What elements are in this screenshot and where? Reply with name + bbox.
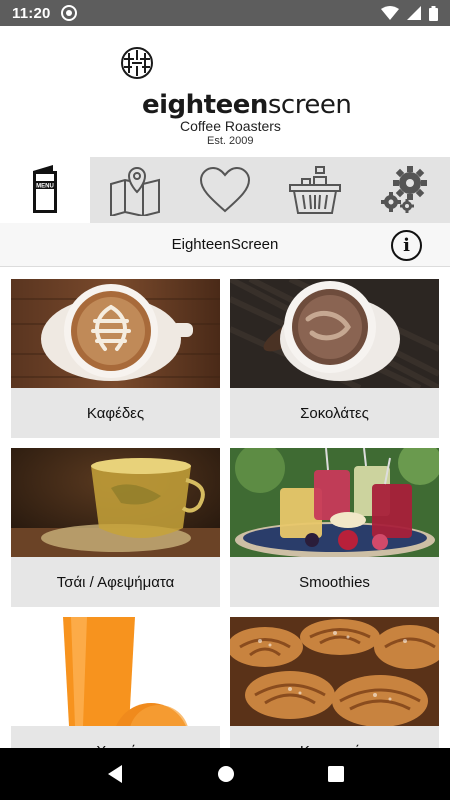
status-bar: 11:20 [0,0,450,26]
recents-icon[interactable] [327,766,344,782]
sync-icon [60,5,77,21]
header: eighteenscreen Coffee Roasters Est. 2009 [0,26,450,157]
croissants-image [230,617,439,726]
tea-image [11,448,220,557]
category-label: Καφέδες [86,404,145,422]
category-card-croissants[interactable]: Κρουασάν [230,617,439,748]
nav-favorites[interactable] [180,157,270,223]
nav-basket[interactable] [270,157,360,223]
category-label: Σοκολάτες [300,404,369,422]
menu-icon-label: MENU [36,184,54,190]
main-nav-bar: MENU [0,157,450,223]
shopping-basket-icon [289,166,341,214]
smoothies-image [230,448,439,557]
menu-book-icon: MENU [33,165,57,213]
status-indicators [381,5,438,21]
category-card-coffee[interactable]: Καφέδες [11,279,220,438]
logo-subtitle: Coffee Roasters [180,118,281,134]
logo-word-bold: eighteen [142,90,268,120]
category-card-juices[interactable]: Χυμοί [11,617,220,748]
nav-settings[interactable] [360,157,450,223]
nav-map[interactable] [90,157,180,223]
title-bar: EighteenScreen i [0,223,450,267]
category-label: Τσάι / Αφεψήματα [56,573,175,591]
category-card-smoothies[interactable]: Smoothies [230,448,439,607]
info-button[interactable]: i [391,230,422,261]
category-card-tea[interactable]: Τσάι / Αφεψήματα [11,448,220,607]
app-screen: 11:20 eighteenscreen Coffee Roasters Est… [0,0,450,800]
category-grid: Καφέδες Σοκολάτες Τσάι / Αφεψήματα Smoot… [0,267,450,748]
info-icon: i [403,235,410,256]
juices-image [11,617,220,726]
brand-logo: eighteenscreen Coffee Roasters Est. 2009 [120,46,352,156]
back-icon[interactable] [106,764,124,784]
chocolate-image [230,279,439,388]
page-title: EighteenScreen [171,236,279,253]
logo-maze-icon [121,47,153,79]
wifi-icon [381,6,399,20]
logo-wordmark: eighteenscreen [142,90,352,120]
category-card-chocolate[interactable]: Σοκολάτες [230,279,439,438]
home-icon[interactable] [217,765,235,783]
nav-menu[interactable]: MENU [0,157,90,223]
logo-word-rest: screen [267,90,352,120]
status-time: 11:20 [12,4,51,22]
map-pin-icon [110,167,160,216]
coffee-image [11,279,220,388]
logo-established: Est. 2009 [207,135,254,147]
system-navigation-bar [0,748,450,800]
category-label: Κρουασάν [230,726,439,749]
gears-icon [381,166,427,213]
cellular-signal-icon [407,6,421,20]
category-label: Smoothies [299,573,370,591]
heart-icon [199,167,251,213]
category-label: Χυμοί [11,726,220,749]
battery-icon [429,5,438,21]
